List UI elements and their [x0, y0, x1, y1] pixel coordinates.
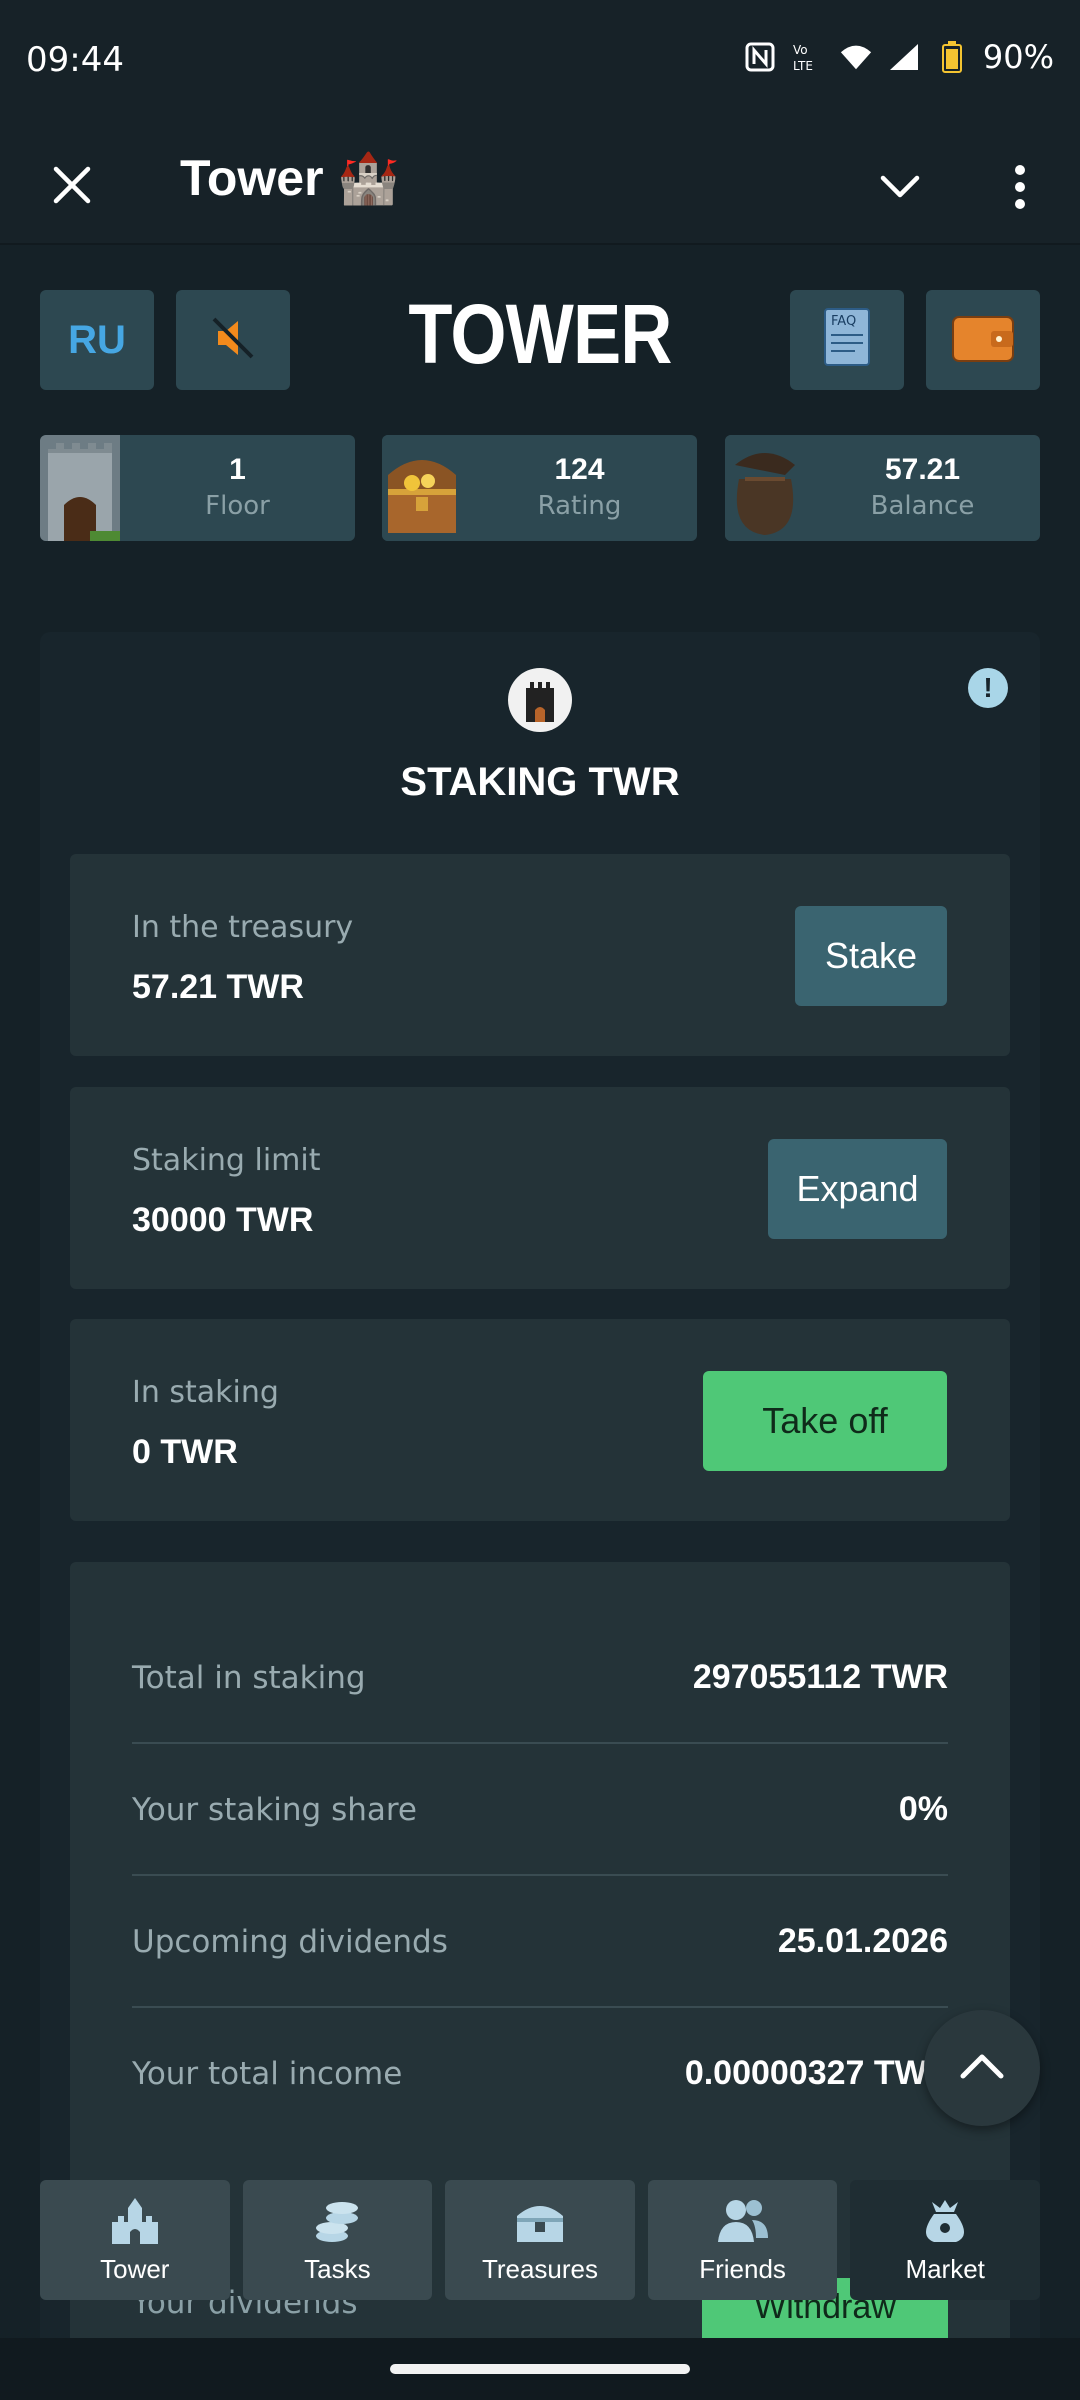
staking-limit-value: 30000 TWR	[132, 1201, 314, 1239]
coin-bag-icon	[725, 435, 805, 541]
staking-share-value: 0%	[898, 1790, 948, 1828]
nav-tower[interactable]: Tower	[40, 2180, 230, 2300]
staking-limit-card: Staking limit 30000 TWR Expand	[70, 1087, 1010, 1289]
stats-row: Total in staking 297055112 TWR	[132, 1612, 948, 1744]
floor-value: 1	[229, 453, 246, 486]
total-staking-label: Total in staking	[132, 1660, 366, 1696]
logo-title: TOWER	[408, 287, 672, 381]
bottom-navigation: Tower Tasks Treasures Friends Market	[40, 2180, 1040, 2300]
svg-text:FAQ: FAQ	[831, 314, 856, 329]
nav-tasks-label: Tasks	[304, 2253, 371, 2284]
faq-button[interactable]: FAQ	[790, 290, 904, 390]
floor-label: Floor	[205, 491, 270, 521]
nav-friends-label: Friends	[699, 2253, 786, 2284]
balance-stat: 57.21 Balance	[725, 435, 1040, 541]
language-button[interactable]: RU	[40, 290, 154, 390]
wallet-icon	[951, 311, 1015, 369]
close-icon[interactable]	[40, 153, 104, 217]
stats-row: Your staking share 0%	[132, 1744, 948, 1876]
app-title: Tower 🏰	[180, 150, 400, 206]
battery-percent: 90%	[982, 38, 1054, 76]
speaker-muted-icon	[208, 313, 258, 367]
total-staking-value: 297055112 TWR	[692, 1658, 948, 1696]
wallet-button[interactable]	[926, 290, 1040, 390]
stats-row: Your total income 0.00000327 TWRINV	[132, 2008, 968, 2140]
total-income-label: Your total income	[132, 2056, 403, 2092]
castle-icon	[108, 2196, 162, 2248]
rating-label: Rating	[537, 491, 622, 521]
expand-button[interactable]: Expand	[768, 1139, 947, 1239]
sound-toggle-button[interactable]	[176, 290, 290, 390]
nav-friends[interactable]: Friends	[647, 2180, 838, 2300]
coins-icon	[310, 2196, 364, 2248]
nfc-icon	[743, 40, 777, 74]
balance-value: 57.21	[884, 453, 961, 486]
treasure-chest-icon	[382, 435, 462, 541]
scroll-to-top-button[interactable]	[924, 2010, 1040, 2126]
staking-title: STAKING TWR	[400, 760, 680, 804]
nav-tasks[interactable]: Tasks	[242, 2180, 433, 2300]
take-off-button[interactable]: Take off	[703, 1371, 947, 1471]
staking-limit-label: Staking limit	[132, 1143, 321, 1178]
volte-icon: Vo LTE	[791, 40, 825, 74]
signal-icon	[887, 40, 921, 74]
upcoming-dividends-value: 25.01.2026	[777, 1922, 948, 1960]
chevron-up-icon	[959, 2052, 1005, 2084]
in-staking-value: 0 TWR	[132, 1433, 238, 1471]
faq-document-icon: FAQ	[821, 307, 873, 373]
bag-icon	[918, 2196, 972, 2248]
people-icon	[716, 2196, 770, 2248]
stats-row: Upcoming dividends 25.01.2026	[132, 1876, 948, 2008]
battery-icon	[935, 40, 969, 74]
nav-market-label: Market	[905, 2253, 985, 2284]
staking-share-label: Your staking share	[132, 1792, 418, 1828]
svg-text:Vo: Vo	[793, 43, 808, 57]
staking-panel: ! STAKING TWR In the treasury 57.21 TWR …	[40, 632, 1040, 2400]
nav-treasures-label: Treasures	[481, 2253, 599, 2284]
chest-icon	[513, 2196, 567, 2248]
nav-tower-label: Tower	[100, 2253, 170, 2284]
balance-label: Balance	[870, 491, 975, 521]
in-staking-card: In staking 0 TWR Take off	[70, 1319, 1010, 1521]
treasury-value: 57.21 TWR	[132, 968, 304, 1006]
upcoming-dividends-label: Upcoming dividends	[132, 1924, 448, 1960]
app-bar: Tower 🏰	[0, 125, 1080, 245]
stake-button[interactable]: Stake	[795, 906, 947, 1006]
more-options-icon[interactable]	[990, 155, 1050, 219]
rating-stat: 124 Rating	[382, 435, 697, 541]
chevron-down-icon[interactable]	[868, 155, 932, 219]
status-time: 09:44	[26, 40, 124, 80]
in-staking-label: In staking	[132, 1375, 279, 1410]
nav-treasures[interactable]: Treasures	[445, 2180, 635, 2300]
svg-text:LTE: LTE	[793, 59, 813, 73]
treasury-card: In the treasury 57.21 TWR Stake	[70, 854, 1010, 1056]
wifi-icon	[839, 40, 873, 74]
status-icons: Vo LTE 90%	[743, 38, 1054, 76]
gesture-bar	[0, 2338, 1080, 2400]
status-bar: 09:44 Vo LTE 90%	[0, 0, 1080, 125]
floor-stat: 1 Floor	[40, 435, 355, 541]
info-icon[interactable]: !	[968, 668, 1008, 708]
nav-market[interactable]: Market	[850, 2180, 1040, 2300]
rating-value: 124	[554, 453, 605, 486]
tower-floor-icon	[40, 435, 120, 541]
treasury-label: In the treasury	[132, 910, 354, 945]
home-indicator[interactable]	[390, 2364, 690, 2374]
tower-icon	[508, 668, 572, 732]
